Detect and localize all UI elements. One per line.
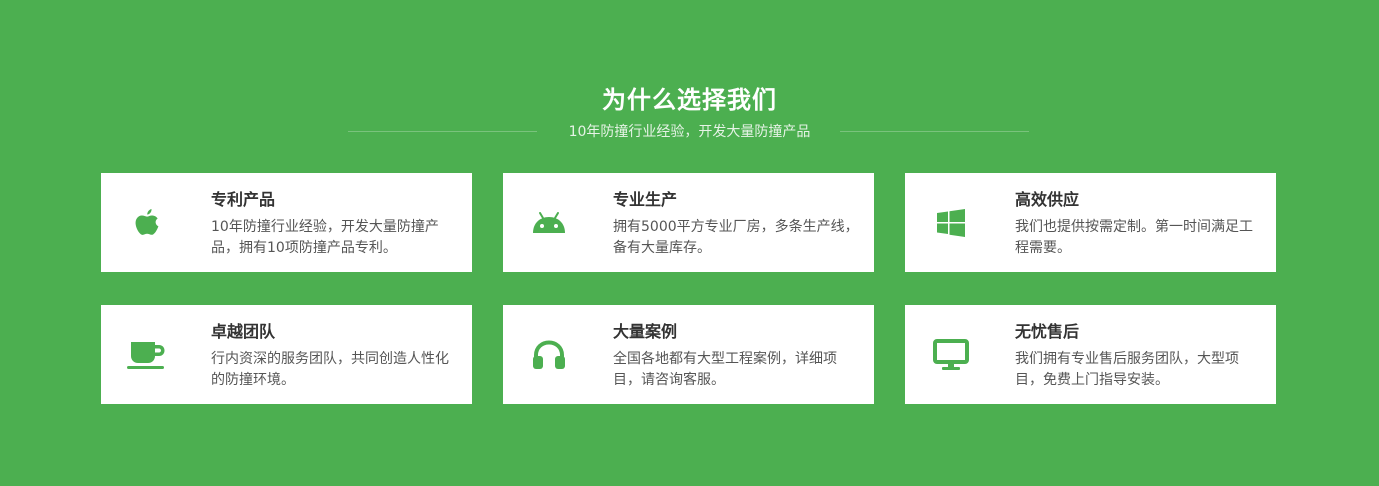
feature-title: 无忧售后 (1015, 322, 1080, 341)
feature-description: 拥有5000平方专业厂房，多条生产线，备有大量库存。 (613, 219, 859, 256)
feature-card-patent-products[interactable]: 专利产品 10年防撞行业经验，开发大量防撞产品，拥有10项防撞产品专利。 (101, 173, 472, 272)
coffee-cup-icon (125, 335, 169, 375)
section-title: 为什么选择我们 (602, 86, 777, 114)
feature-title: 大量案例 (613, 322, 678, 341)
feature-title: 专利产品 (211, 190, 276, 209)
subtitle-row: 10年防撞行业经验，开发大量防撞产品 (0, 122, 1379, 142)
subtitle-divider-right (840, 131, 1029, 132)
headphones-icon (527, 335, 571, 375)
feature-card-excellent-team[interactable]: 卓越团队 行内资深的服务团队，共同创造人性化的防撞环境。 (101, 305, 472, 404)
feature-title: 高效供应 (1015, 190, 1080, 209)
feature-description: 10年防撞行业经验，开发大量防撞产品，拥有10项防撞产品专利。 (211, 219, 439, 256)
windows-icon (929, 203, 973, 243)
feature-title: 专业生产 (613, 190, 678, 209)
desktop-monitor-icon (929, 335, 973, 375)
section-subtitle: 10年防撞行业经验，开发大量防撞产品 (568, 124, 811, 140)
feature-card-many-cases[interactable]: 大量案例 全国各地都有大型工程案例，详细项目，请咨询客服。 (503, 305, 874, 404)
feature-card-efficient-supply[interactable]: 高效供应 我们也提供按需定制。第一时间满足工程需要。 (905, 173, 1276, 272)
feature-card-professional-production[interactable]: 专业生产 拥有5000平方专业厂房，多条生产线，备有大量库存。 (503, 173, 874, 272)
feature-description: 我们也提供按需定制。第一时间满足工程需要。 (1015, 219, 1253, 256)
feature-description: 我们拥有专业售后服务团队，大型项目，免费上门指导安装。 (1015, 351, 1239, 388)
feature-card-worry-free-after-sales[interactable]: 无忧售后 我们拥有专业售后服务团队，大型项目，免费上门指导安装。 (905, 305, 1276, 404)
feature-description: 行内资深的服务团队，共同创造人性化的防撞环境。 (211, 351, 449, 388)
feature-description: 全国各地都有大型工程案例，详细项目，请咨询客服。 (613, 351, 837, 388)
android-icon (527, 203, 571, 243)
apple-icon (125, 203, 169, 243)
feature-title: 卓越团队 (211, 322, 276, 341)
